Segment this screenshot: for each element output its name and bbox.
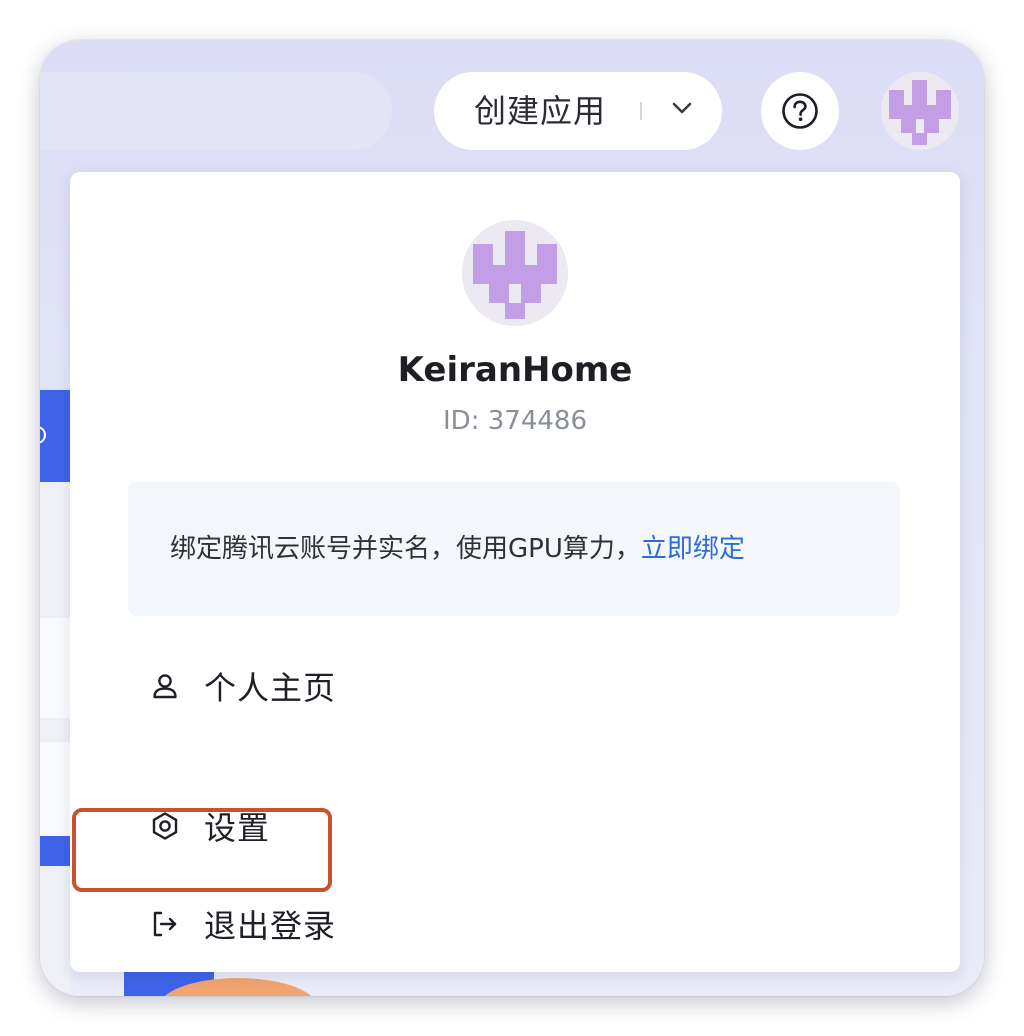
- menu-item-settings[interactable]: 设置: [150, 796, 270, 856]
- username: KeiranHome: [397, 350, 633, 390]
- account-dropdown: KeiranHome ID: 374486 绑定腾讯云账号并实名，使用GPU算力…: [70, 172, 960, 972]
- help-button[interactable]: [761, 72, 839, 150]
- user-avatar[interactable]: [881, 72, 959, 150]
- menu-item-logout[interactable]: 退出登录: [150, 894, 336, 954]
- background-row: [40, 618, 70, 718]
- user-id: ID: 374486: [443, 406, 587, 436]
- chevron-down-icon[interactable]: [668, 94, 696, 122]
- menu-item-label: 个人主页: [204, 669, 337, 707]
- user-icon: [153, 674, 177, 699]
- background-blue-tab: [40, 390, 70, 482]
- dropdown-avatar: [462, 220, 568, 326]
- menu-item-label: 退出登录: [204, 907, 337, 945]
- menu-item-label: 设置: [204, 809, 271, 847]
- create-app-divider: [640, 102, 642, 120]
- search-bar-background[interactable]: [40, 72, 392, 150]
- background-row: [40, 742, 70, 842]
- background-blue-bar: [40, 836, 70, 866]
- menu-item-profile[interactable]: 个人主页: [150, 656, 336, 716]
- logout-icon: [153, 911, 177, 937]
- background-ring-icon: [40, 426, 46, 444]
- hexagon-settings-icon: [152, 812, 178, 840]
- pixel-avatar-icon: [462, 220, 568, 326]
- create-app-label: 创建应用: [474, 92, 607, 130]
- bind-now-link[interactable]: 立即绑定: [641, 534, 745, 564]
- question-circle-icon: [782, 93, 818, 129]
- app-window: 创建应用 KeiranHome ID: 374486 绑定腾讯云账号并实名，使用…: [40, 40, 984, 996]
- pixel-avatar-icon: [881, 72, 959, 150]
- notice-text-wrapper: 绑定腾讯云账号并实名，使用GPU算力，立即绑定: [170, 482, 745, 616]
- background-panel: [40, 482, 70, 992]
- bind-account-notice: 绑定腾讯云账号并实名，使用GPU算力，立即绑定: [128, 482, 900, 616]
- notice-text: 绑定腾讯云账号并实名，使用GPU算力，: [170, 534, 641, 564]
- create-app-button[interactable]: 创建应用: [434, 72, 722, 150]
